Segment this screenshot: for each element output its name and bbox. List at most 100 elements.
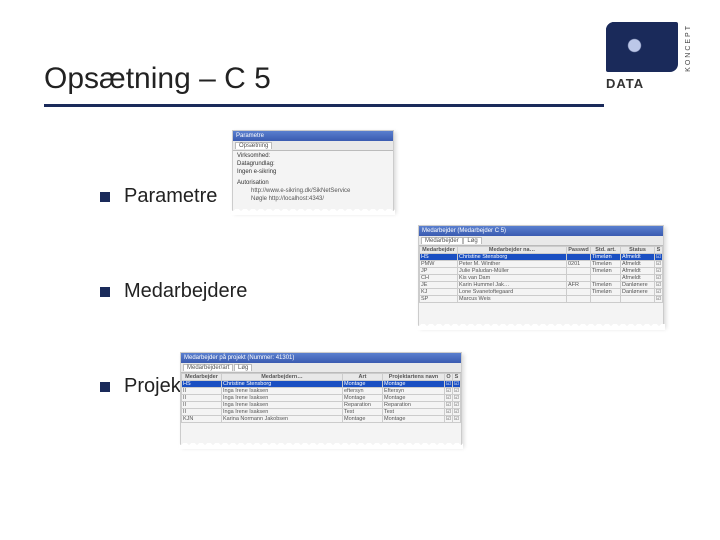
cell: Montage xyxy=(383,381,445,388)
cell: II xyxy=(182,395,222,402)
col-header: S xyxy=(655,247,663,254)
cell: 0201 xyxy=(567,261,591,268)
cell: ☑ xyxy=(655,268,663,275)
window-title: Medarbejder på projekt (Nummer: 41301) xyxy=(181,353,461,363)
cell: Timeløn xyxy=(591,261,621,268)
col-header: Medarbejder xyxy=(182,374,222,381)
cell: KJN xyxy=(182,416,222,423)
cell: Montage xyxy=(383,416,445,423)
cell: Montage xyxy=(343,381,383,388)
cell: Karina Normann Jakobsen xyxy=(222,416,343,423)
checkbox-icon: ☑ xyxy=(656,254,661,260)
cell: ☑ xyxy=(445,395,453,402)
table-row: JPJulie Paludan-MüllerTimelønAfmeldt☑ xyxy=(420,268,663,275)
table-row: IIInga Irene IsaksenMontageMontage☑☑ xyxy=(182,395,461,402)
checkbox-icon: ☑ xyxy=(446,381,451,387)
table-projekt: MedarbejderMedarbejdern…ArtProjektartens… xyxy=(181,373,461,423)
checkbox-icon: ☑ xyxy=(446,402,451,408)
checkbox-icon: ☑ xyxy=(446,395,451,401)
logo-word: DATA xyxy=(606,76,692,91)
tab-opsaetning: Opsætning xyxy=(235,142,272,149)
checkbox-icon: ☑ xyxy=(454,388,459,394)
col-header: O xyxy=(445,374,453,381)
cell: Karin Hummel Jak… xyxy=(458,282,567,289)
table-row: IIInga Irene IsaksenReparationReparation… xyxy=(182,402,461,409)
cell: II xyxy=(182,402,222,409)
cell: Test xyxy=(383,409,445,416)
tab-medarbejder-art: Medarbejder/art xyxy=(183,364,233,371)
col-header: Medarbejdern… xyxy=(222,374,343,381)
cell: Inga Irene Isaksen xyxy=(222,388,343,395)
cell: Montage xyxy=(343,395,383,402)
cell: ☑ xyxy=(445,409,453,416)
cell: Marcus Weis xyxy=(458,296,567,303)
cell: ☑ xyxy=(453,395,461,402)
col-header: Art xyxy=(343,374,383,381)
cell: Afmeldt xyxy=(621,268,655,275)
cell: Timeløn xyxy=(591,268,621,275)
cell: eftersyn xyxy=(343,388,383,395)
cell xyxy=(591,275,621,282)
checkbox-icon: ☑ xyxy=(656,296,661,302)
logo: KONCEPT DATA xyxy=(606,22,692,94)
checkbox-icon: ☑ xyxy=(454,416,459,422)
checkbox-icon: ☑ xyxy=(454,402,459,408)
cell: ☑ xyxy=(453,402,461,409)
cell: Kis van Dam xyxy=(458,275,567,282)
cell: Timeløn xyxy=(591,254,621,261)
window-title: Parametre xyxy=(233,131,393,141)
checkbox-icon: ☑ xyxy=(454,395,459,401)
col-header: Passwd xyxy=(567,247,591,254)
cell: Timeløn xyxy=(591,282,621,289)
cell: ☑ xyxy=(655,282,663,289)
cell: CH xyxy=(420,275,458,282)
col-header: Medarbejder xyxy=(420,247,458,254)
checkbox-icon: ☑ xyxy=(656,268,661,274)
table-row: HSChristine StensborgTimelønAfmeldt☑ xyxy=(420,254,663,261)
cell: KJ xyxy=(420,289,458,296)
logo-vert-text: KONCEPT xyxy=(685,24,692,72)
cell: II xyxy=(182,409,222,416)
cell: ☑ xyxy=(655,275,663,282)
page-title: Opsætning – C 5 xyxy=(44,62,271,96)
checkbox-icon: ☑ xyxy=(446,388,451,394)
cell: JE xyxy=(420,282,458,289)
tab-medarbejder: Medarbejder xyxy=(421,237,463,244)
bullet-medarbejdere: Medarbejdere xyxy=(100,280,247,303)
checkbox-icon: ☑ xyxy=(656,275,661,281)
checkbox-icon: ☑ xyxy=(446,416,451,422)
cell: Eftersyn xyxy=(383,388,445,395)
cell: Danlønere xyxy=(621,282,655,289)
cell: Timeløn xyxy=(591,289,621,296)
cell xyxy=(567,275,591,282)
table-row: CHKis van DamAfmeldt☑ xyxy=(420,275,663,282)
cell: ☑ xyxy=(445,381,453,388)
cell: HS xyxy=(182,381,222,388)
cell: Inga Irene Isaksen xyxy=(222,402,343,409)
cell: Afmeldt xyxy=(621,254,655,261)
title-underline xyxy=(44,104,604,107)
screenshot-projekt: Medarbejder på projekt (Nummer: 41301) M… xyxy=(180,352,462,446)
tab-log: Løg xyxy=(463,237,481,244)
checkbox-icon: ☑ xyxy=(454,381,459,387)
checkbox-icon: ☑ xyxy=(656,282,661,288)
checkbox-icon: ☑ xyxy=(454,409,459,415)
cell: SP xyxy=(420,296,458,303)
cell: ☑ xyxy=(655,296,663,303)
table-row: KJLone SvanetoftegaardTimelønDanlønere☑ xyxy=(420,289,663,296)
cell: ☑ xyxy=(655,254,663,261)
cell: AFR xyxy=(567,282,591,289)
cell xyxy=(591,296,621,303)
cell: Test xyxy=(343,409,383,416)
cell: ☑ xyxy=(453,381,461,388)
table-row: KJNKarina Normann JakobsenMontageMontage… xyxy=(182,416,461,423)
table-medarbejdere: MedarbejderMedarbejder na…PasswdStd. art… xyxy=(419,246,663,303)
cell: HS xyxy=(420,254,458,261)
cell xyxy=(567,289,591,296)
cell: Julie Paludan-Müller xyxy=(458,268,567,275)
table-row: JEKarin Hummel Jak…AFRTimelønDanlønere☑ xyxy=(420,282,663,289)
col-header: Projektartens navn xyxy=(383,374,445,381)
cell: ☑ xyxy=(655,289,663,296)
col-header: Medarbejder na… xyxy=(458,247,567,254)
cell: Reparation xyxy=(343,402,383,409)
